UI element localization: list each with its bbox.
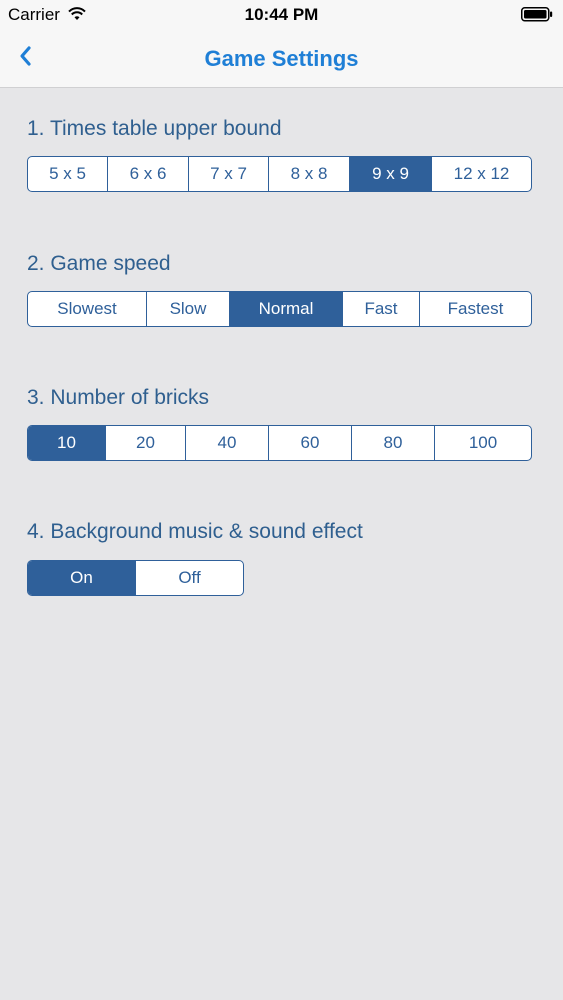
page-title: Game Settings bbox=[204, 46, 359, 71]
times-table-title: 1. Times table upper bound bbox=[27, 117, 282, 140]
sound-selector: On Off bbox=[27, 560, 244, 596]
bricks-option-10[interactable]: 10 bbox=[28, 426, 106, 460]
times-table-option-12x12[interactable]: 12 x 12 bbox=[432, 157, 531, 191]
status-time: 10:44 PM bbox=[244, 5, 319, 24]
sound-title: 4. Background music & sound effect bbox=[27, 520, 363, 543]
status-bar: Carrier 10:44 PM bbox=[0, 0, 563, 30]
game-speed-section: 2. Game speed bbox=[27, 250, 171, 278]
times-table-option-8x8[interactable]: 8 x 8 bbox=[269, 157, 350, 191]
game-speed-option-fastest[interactable]: Fastest bbox=[420, 292, 531, 326]
sound-section: 4. Background music & sound effect bbox=[27, 518, 363, 546]
bricks-selector: 10 20 40 60 80 100 bbox=[27, 425, 532, 461]
game-speed-option-slowest[interactable]: Slowest bbox=[28, 292, 147, 326]
times-table-option-7x7[interactable]: 7 x 7 bbox=[189, 157, 269, 191]
bricks-title: 3. Number of bricks bbox=[27, 386, 210, 409]
times-table-option-5x5[interactable]: 5 x 5 bbox=[28, 157, 108, 191]
sound-option-on[interactable]: On bbox=[28, 561, 136, 595]
times-table-section: 1. Times table upper bound bbox=[27, 115, 282, 143]
game-speed-option-slow[interactable]: Slow bbox=[147, 292, 230, 326]
battery-icon bbox=[521, 7, 553, 27]
times-table-option-9x9[interactable]: 9 x 9 bbox=[350, 157, 432, 191]
bricks-option-20[interactable]: 20 bbox=[106, 426, 186, 460]
bricks-option-100[interactable]: 100 bbox=[435, 426, 531, 460]
game-speed-option-normal[interactable]: Normal bbox=[230, 292, 343, 326]
game-speed-title: 2. Game speed bbox=[27, 252, 171, 275]
bricks-section: 3. Number of bricks bbox=[27, 384, 209, 412]
game-speed-option-fast[interactable]: Fast bbox=[343, 292, 420, 326]
game-speed-selector: Slowest Slow Normal Fast Fastest bbox=[27, 291, 532, 327]
bricks-option-40[interactable]: 40 bbox=[186, 426, 269, 460]
times-table-option-6x6[interactable]: 6 x 6 bbox=[108, 157, 189, 191]
sound-option-off[interactable]: Off bbox=[136, 561, 243, 595]
times-table-selector: 5 x 5 6 x 6 7 x 7 8 x 8 9 x 9 12 x 12 bbox=[27, 156, 532, 192]
bricks-option-80[interactable]: 80 bbox=[352, 426, 435, 460]
navigation-bar: Game Settings bbox=[0, 30, 563, 88]
bricks-option-60[interactable]: 60 bbox=[269, 426, 352, 460]
